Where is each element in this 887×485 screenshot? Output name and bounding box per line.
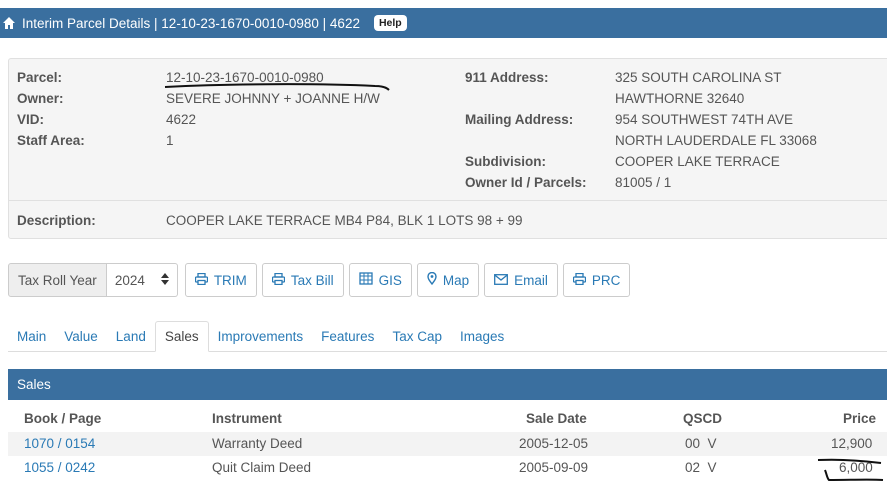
tab-features[interactable]: Features	[312, 321, 383, 352]
home-icon[interactable]	[2, 16, 16, 30]
map-label: Map	[442, 272, 470, 288]
sale-date-cell: 2005-12-05	[519, 436, 589, 451]
ink-underline-mark	[817, 458, 884, 482]
tab-sales[interactable]: Sales	[154, 321, 209, 352]
trim-label: TRIM	[213, 272, 247, 288]
gis-icon	[358, 272, 379, 288]
mailing-address-line2: NORTH LAUDERDALE FL 33068	[615, 133, 817, 148]
column-header-sale-date: Sale Date	[526, 411, 587, 426]
page-header: Interim Parcel Details | 12-10-23-1670-0…	[0, 8, 887, 38]
qscd-cell: 02 V	[685, 460, 717, 475]
map-marker-icon	[427, 271, 443, 288]
owner-id-label: Owner Id / Parcels:	[465, 175, 587, 190]
tax-bill-button[interactable]: Tax Bill	[261, 263, 344, 297]
tax-roll-year-value: 2024	[114, 272, 145, 288]
tab-main[interactable]: Main	[8, 321, 55, 352]
parcel-label: Parcel:	[17, 70, 63, 85]
description-value: COOPER LAKE TERRACE MB4 P84, BLK 1 LOTS …	[166, 213, 523, 228]
help-button[interactable]: Help	[373, 15, 407, 31]
tab-improvements[interactable]: Improvements	[209, 321, 313, 352]
book-page-link[interactable]: 1055 / 0242	[24, 460, 95, 475]
staff-area-value: 1	[166, 133, 174, 148]
table-row: 1070 / 0154 Warranty Deed 2005-12-05 00 …	[8, 432, 887, 456]
prc-label: PRC	[591, 272, 621, 288]
map-button[interactable]: Map	[416, 263, 480, 297]
column-header-instrument: Instrument	[212, 411, 282, 426]
print-icon	[271, 272, 291, 288]
instrument-cell: Quit Claim Deed	[212, 460, 312, 475]
email-button[interactable]: Email	[484, 263, 558, 297]
prc-button[interactable]: PRC	[562, 263, 631, 297]
tab-images[interactable]: Images	[451, 321, 513, 352]
price-cell: 12,900	[831, 436, 873, 451]
address-911-line1: 325 SOUTH CAROLINA ST	[615, 70, 782, 85]
parcel-details-panel: Parcel: 12-10-23-1670-0010-0980 Owner: S…	[8, 58, 887, 239]
qscd-cell: 00 V	[685, 436, 717, 451]
action-toolbar: Tax Roll Year 2024 TRIM Tax Bill GIS Map	[8, 263, 635, 297]
detail-tabs: Main Value Land Sales Improvements Featu…	[8, 321, 513, 352]
subdivision-label: Subdivision:	[465, 154, 546, 169]
tax-roll-year-label: Tax Roll Year	[8, 263, 107, 297]
sale-date-cell: 2005-09-09	[519, 460, 589, 475]
tab-value[interactable]: Value	[55, 321, 107, 352]
column-header-qscd: QSCD	[683, 411, 723, 426]
envelope-icon	[494, 273, 514, 288]
print-icon	[194, 272, 214, 288]
sort-icon	[160, 272, 169, 288]
instrument-cell: Warranty Deed	[212, 436, 303, 451]
vid-value: 4622	[166, 112, 197, 127]
table-row: 1055 / 0242 Quit Claim Deed 2005-09-09 0…	[8, 456, 887, 480]
trim-button[interactable]: TRIM	[184, 263, 257, 297]
mailing-address-line1: 954 SOUTHWEST 74TH AVE	[615, 112, 794, 127]
address-911-label: 911 Address:	[465, 70, 549, 85]
book-page-link[interactable]: 1070 / 0154	[24, 436, 95, 451]
tab-land[interactable]: Land	[107, 321, 155, 352]
description-divider	[9, 200, 887, 201]
tab-tax-cap[interactable]: Tax Cap	[383, 321, 451, 352]
description-label: Description:	[17, 213, 96, 228]
address-911-line2: HAWTHORNE 32640	[615, 91, 745, 106]
print-icon	[572, 272, 592, 288]
subdivision-value: COOPER LAKE TERRACE	[615, 154, 780, 169]
column-header-book-page: Book / Page	[24, 411, 102, 426]
gis-button[interactable]: GIS	[348, 263, 412, 297]
gis-label: GIS	[378, 272, 402, 288]
mailing-address-label: Mailing Address:	[465, 112, 574, 127]
tax-roll-year-select[interactable]: 2024	[106, 263, 178, 297]
vid-label: VID:	[17, 112, 44, 127]
column-header-price: Price	[843, 411, 877, 426]
top-gap	[0, 0, 887, 8]
owner-id-value: 81005 / 1	[615, 175, 672, 190]
owner-value: SEVERE JOHNNY + JOANNE H/W	[166, 91, 380, 106]
email-label: Email	[514, 272, 548, 288]
staff-area-label: Staff Area:	[17, 133, 85, 148]
page-title: Interim Parcel Details | 12-10-23-1670-0…	[22, 15, 360, 31]
owner-label: Owner:	[17, 91, 64, 106]
sales-panel-header: Sales	[8, 369, 887, 400]
tax-bill-label: Tax Bill	[290, 272, 334, 288]
